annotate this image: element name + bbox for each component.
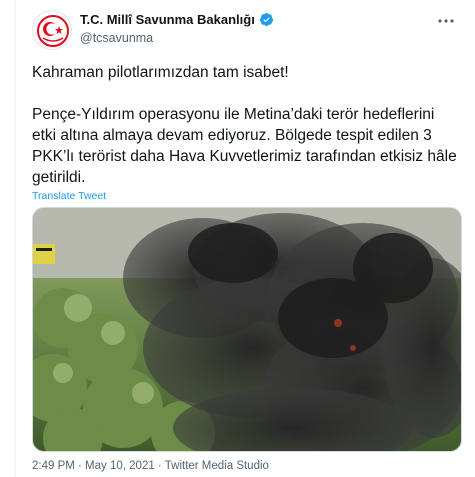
tweet-timestamp[interactable]: 2:49 PM · May 10, 2021 · Twitter Media S… bbox=[32, 460, 269, 472]
tweet-header: T.C. Millî Savunma Bakanlığı @tcsavunma bbox=[32, 10, 462, 50]
tweet-paragraph-1: Kahraman pilotlarımızdan tam isabet! bbox=[32, 64, 289, 81]
tweet-card: T.C. Millî Savunma Bakanlığı @tcsavunma … bbox=[15, 0, 471, 477]
more-options-icon[interactable] bbox=[436, 14, 456, 28]
translate-tweet-link[interactable]: Translate Tweet bbox=[32, 190, 106, 202]
tweet-video[interactable] bbox=[32, 207, 462, 452]
author-handle[interactable]: @tcsavunma bbox=[80, 31, 153, 45]
ministry-emblem-icon[interactable] bbox=[32, 10, 72, 50]
tweet-paragraph-2: Pençe-Yıldırım operasyonu ile Metina’dak… bbox=[32, 106, 457, 186]
author-name[interactable]: T.C. Millî Savunma Bakanlığı bbox=[80, 12, 255, 27]
verified-badge-icon bbox=[259, 12, 274, 27]
tweet-text: Kahraman pilotlarımızdan tam isabet! Pen… bbox=[32, 62, 462, 188]
author-name-row: T.C. Millî Savunma Bakanlığı bbox=[80, 12, 274, 27]
